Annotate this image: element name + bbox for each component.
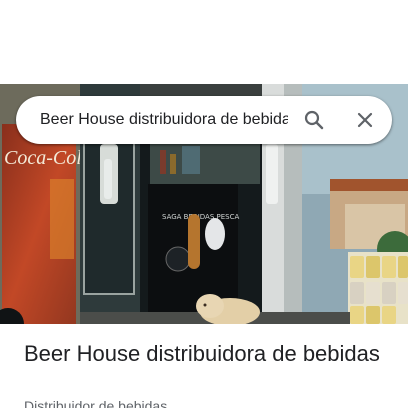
place-category: Distribuidor de bebidas <box>24 398 168 408</box>
top-blank-area <box>0 0 408 84</box>
search-bar[interactable] <box>16 96 392 144</box>
search-icon <box>304 110 324 130</box>
search-button[interactable] <box>302 108 326 132</box>
fridge-label-text: SAGA BEBIDAS PESCA <box>162 213 239 221</box>
coca-cola-sign-text: Coca-Cola <box>4 147 92 169</box>
place-title: Beer House distribuidora de bebidas <box>24 341 380 366</box>
close-icon <box>357 112 373 128</box>
search-input[interactable] <box>40 108 288 132</box>
clear-search-button[interactable] <box>353 108 377 132</box>
